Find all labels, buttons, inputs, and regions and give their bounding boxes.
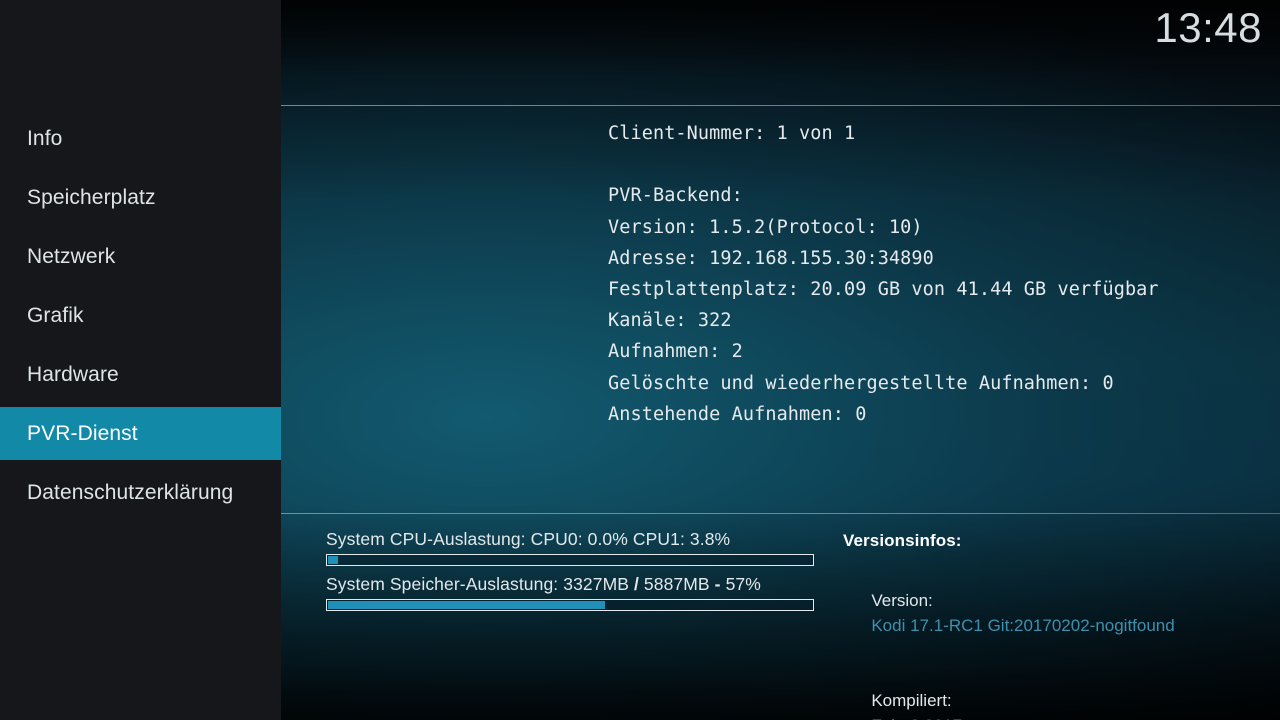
version-info-panel: Versionsinfos: Version: Kodi 17.1-RC1 Gi… <box>843 531 1263 720</box>
system-usage-meters: System CPU-Auslastung: CPU0: 0.0% CPU1: … <box>326 528 818 618</box>
cpu-usage-label: System CPU-Auslastung: CPU0: 0.0% CPU1: … <box>326 528 818 550</box>
info-line: Version: 1.5.2(Protocol: 10) <box>608 216 923 238</box>
sidebar-item-label: PVR-Dienst <box>27 421 138 445</box>
memory-usage-label: System Speicher-Auslastung: 3327MB / 588… <box>326 573 818 595</box>
sidebar-item-label: Hardware <box>27 362 119 386</box>
cpu0-label: CPU0: <box>530 529 583 549</box>
sidebar-item-netzwerk[interactable]: Netzwerk <box>0 230 281 283</box>
info-line-spacer <box>608 149 1280 180</box>
version-value: Kodi 17.1-RC1 Git:20170202-nogitfound <box>871 616 1175 635</box>
kodi-system-info-screen: Systeminfo 13:48 InfoSpeicherplatzNetzwe… <box>0 0 1280 720</box>
memory-usage-bar <box>326 599 814 611</box>
info-line: Anstehende Aufnahmen: 0 <box>608 403 867 425</box>
cpu-usage-bar-fill <box>328 556 338 564</box>
sidebar-item-label: Info <box>27 126 63 150</box>
cpu-usage-label-prefix: System CPU-Auslastung: <box>326 529 526 549</box>
sidebar-item-label: Speicherplatz <box>27 185 156 209</box>
info-line: Adresse: 192.168.155.30:34890 <box>608 247 934 269</box>
sidebar-item-hardware[interactable]: Hardware <box>0 348 281 401</box>
sidebar-item-speicherplatz[interactable]: Speicherplatz <box>0 171 281 224</box>
cpu-usage-bar <box>326 554 814 566</box>
sidebar-item-grafik[interactable]: Grafik <box>0 289 281 342</box>
compiled-label: Kompiliert: <box>871 691 952 710</box>
info-line: PVR-Backend: <box>608 185 743 207</box>
pvr-info-text: Client-Nummer: 1 von 1 PVR-Backend: Versi… <box>608 118 1280 430</box>
memory-usage-label-prefix: System Speicher-Auslastung: <box>326 574 559 594</box>
sidebar-item-info[interactable]: Info <box>0 112 281 165</box>
memory-percent-value: 57% <box>725 574 761 594</box>
memory-separator: / <box>633 574 639 594</box>
memory-dash: - <box>714 574 721 594</box>
info-line: Aufnahmen: 2 <box>608 341 743 363</box>
cpu1-label: CPU1: <box>632 529 685 549</box>
sidebar-item-label: Datenschutzerklärung <box>27 480 234 504</box>
memory-usage-bar-fill <box>328 601 605 609</box>
version-label: Version: <box>871 591 933 610</box>
compiled-value: Feb 2 2017 <box>871 716 962 720</box>
info-line: Kanäle: 322 <box>608 310 732 332</box>
version-info-heading: Versionsinfos: <box>843 531 962 550</box>
memory-total-value: 5887MB <box>643 574 710 594</box>
info-line: Festplattenplatz: 20.09 GB von 41.44 GB … <box>608 278 1159 300</box>
sidebar-item-label: Grafik <box>27 303 84 327</box>
sidebar-item-label: Netzwerk <box>27 244 116 268</box>
sidebar-item-pvr-dienst[interactable]: PVR-Dienst <box>0 407 281 460</box>
cpu0-value: 0.0% <box>587 529 628 549</box>
info-line: Client-Nummer: 1 von 1 <box>608 123 856 144</box>
info-line: Gelöschte und wiederhergestellte Aufnahm… <box>608 372 1114 394</box>
sidebar-item-datenschutzerkl-rung[interactable]: Datenschutzerklärung <box>0 466 281 519</box>
cpu1-value: 3.8% <box>689 529 731 549</box>
sidebar: Info Speicherplatz Netzwerk Grafik Hardware P… <box>0 0 281 720</box>
version-row: Version: Kodi 17.1-RC1 Git:20170202-nogi… <box>843 563 1263 663</box>
compiled-row: Kompiliert: Feb 2 2017 <box>843 663 1263 720</box>
memory-used-value: 3327MB <box>563 574 630 594</box>
